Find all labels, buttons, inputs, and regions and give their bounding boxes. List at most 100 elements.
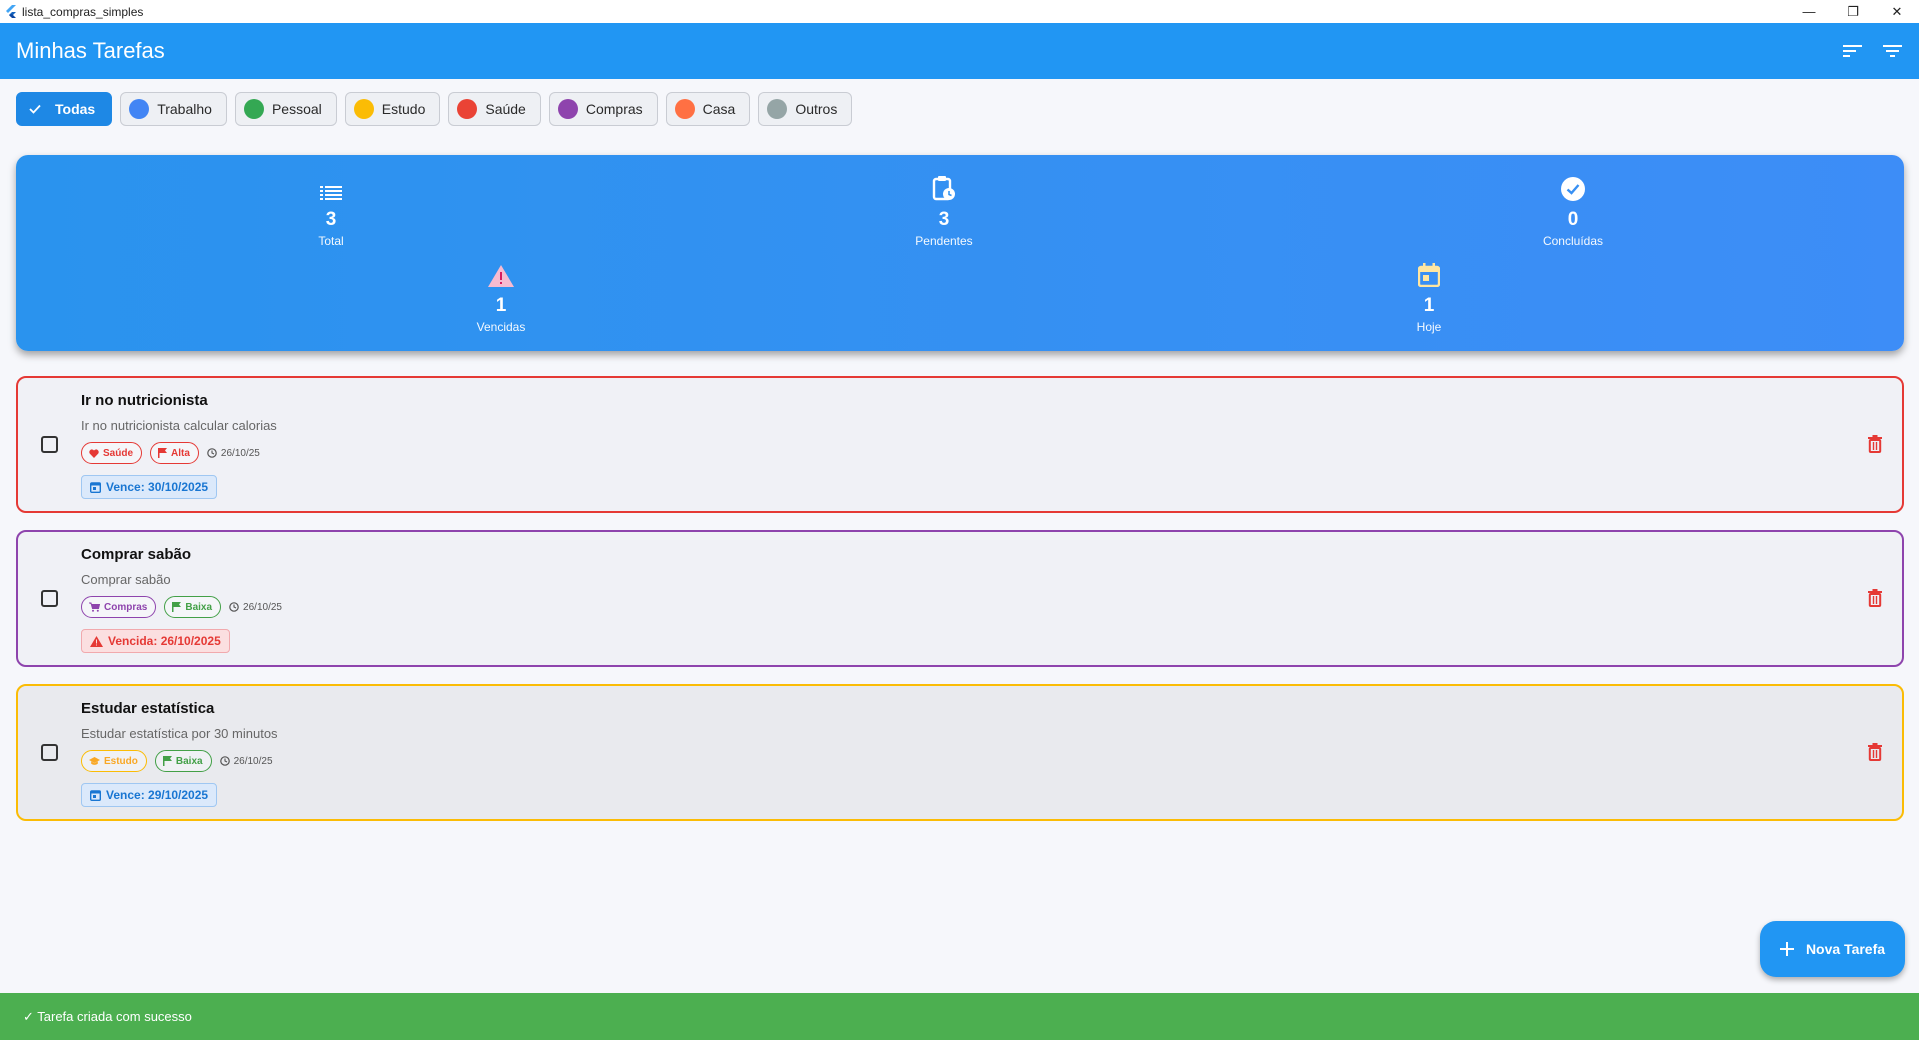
stat-value: 1 — [1423, 295, 1435, 316]
category-filter-bar: Todas Trabalho Pessoal Estudo Saúde Comp… — [16, 92, 853, 126]
chip-pessoal[interactable]: Pessoal — [234, 92, 337, 126]
task-checkbox[interactable] — [41, 744, 58, 761]
category-color-dot — [674, 99, 695, 119]
stat-label: Total — [318, 234, 344, 248]
category-tag: Compras — [81, 596, 157, 618]
task-tags: Compras Baixa 26/10/25 — [81, 596, 282, 618]
warning-icon — [488, 265, 514, 287]
clock-icon — [207, 448, 217, 458]
category-color-dot — [557, 99, 578, 119]
stat-today: 1 Hoje — [1369, 259, 1489, 334]
delete-icon[interactable] — [1868, 589, 1882, 607]
chip-outros[interactable]: Outros — [758, 92, 853, 126]
cart-icon — [89, 602, 100, 612]
flag-icon — [162, 756, 172, 766]
overdue-date-badge: Vencida: 26/10/2025 — [81, 629, 230, 653]
chip-trabalho[interactable]: Trabalho — [120, 92, 227, 126]
chip-label: Pessoal — [271, 101, 322, 117]
appbar-actions — [1833, 23, 1913, 79]
stat-total: 3 Total — [271, 173, 391, 248]
snackbar: ✓ Tarefa criada com sucesso — [0, 993, 1919, 1040]
category-tag-label: Saúde — [103, 447, 134, 459]
app-bar: Minhas Tarefas — [0, 23, 1919, 79]
created-date-text: 26/10/25 — [243, 601, 282, 613]
task-title: Comprar sabão — [81, 546, 192, 563]
category-color-dot — [767, 99, 788, 119]
chip-label: Estudo — [381, 101, 426, 117]
window-titlebar: lista_compras_simples — ❐ ✕ — [0, 0, 1919, 23]
flag-icon — [172, 602, 182, 612]
new-task-label: Nova Tarefa — [1805, 941, 1886, 957]
stat-value: 1 — [495, 295, 507, 316]
filter-icon — [1883, 45, 1902, 57]
priority-tag: Baixa — [164, 596, 222, 618]
stat-value: 3 — [938, 209, 950, 230]
list-icon — [320, 186, 342, 200]
clock-icon — [219, 756, 230, 766]
chip-label: Saúde — [485, 101, 526, 117]
created-date: 26/10/25 — [229, 602, 282, 613]
category-tag: Estudo — [81, 750, 147, 772]
chip-label: Trabalho — [157, 101, 212, 117]
flutter-logo-icon — [6, 4, 16, 18]
chip-label: Outros — [795, 101, 838, 117]
new-task-button[interactable]: Nova Tarefa — [1760, 921, 1905, 977]
chip-casa[interactable]: Casa — [665, 92, 751, 126]
stat-label: Pendentes — [915, 234, 973, 248]
task-checkbox[interactable] — [41, 436, 58, 453]
due-date-text: Vence: 30/10/2025 — [106, 480, 209, 494]
warning-icon — [90, 635, 103, 647]
created-date: 26/10/25 — [207, 448, 260, 459]
task-description: Estudar estatística por 30 minutos — [81, 726, 278, 741]
task-card[interactable]: Estudar estatística Estudar estatística … — [16, 684, 1904, 821]
restore-button[interactable]: ❐ — [1831, 0, 1875, 23]
window-controls: — ❐ ✕ — [1787, 0, 1919, 23]
chip-label: Casa — [702, 101, 736, 117]
stats-card: 3 Total 3 Pendentes 0 Concluídas 1 Venci… — [16, 155, 1904, 351]
priority-tag: Alta — [150, 442, 199, 464]
chip-todas[interactable]: Todas — [16, 92, 113, 126]
due-date-text: Vencida: 26/10/2025 — [108, 634, 221, 648]
task-tags: Saúde Alta 26/10/25 — [81, 442, 260, 464]
task-card[interactable]: Comprar sabão Comprar sabão Compras Baix… — [16, 530, 1904, 667]
calendar-today-icon — [1418, 263, 1440, 287]
due-date-text: Vence: 29/10/2025 — [106, 788, 209, 802]
due-date-badge: Vence: 29/10/2025 — [81, 783, 218, 807]
created-date-text: 26/10/25 — [220, 447, 260, 459]
priority-tag: Baixa — [154, 750, 212, 772]
delete-icon[interactable] — [1868, 435, 1882, 453]
task-description: Ir no nutricionista calcular calorias — [81, 418, 277, 433]
task-description: Comprar sabão — [81, 572, 171, 587]
graduation-cap-icon — [89, 756, 100, 765]
chip-label: Compras — [585, 101, 643, 117]
chip-compras[interactable]: Compras — [548, 92, 658, 126]
chip-saude[interactable]: Saúde — [448, 92, 541, 126]
clock-icon — [229, 602, 239, 612]
add-icon — [1779, 942, 1794, 956]
task-title: Ir no nutricionista — [81, 392, 208, 409]
priority-tag-label: Alta — [171, 447, 190, 459]
category-color-dot — [243, 99, 264, 119]
task-card[interactable]: Ir no nutricionista Ir no nutricionista … — [16, 376, 1904, 513]
stat-overdue: 1 Vencidas — [441, 259, 561, 334]
stat-value: 3 — [325, 209, 337, 230]
category-tag-label: Compras — [104, 601, 148, 613]
delete-icon[interactable] — [1868, 743, 1882, 761]
page-title: Minhas Tarefas — [16, 38, 165, 63]
sort-button[interactable] — [1833, 31, 1873, 71]
chip-estudo[interactable]: Estudo — [344, 92, 441, 126]
task-checkbox[interactable] — [41, 590, 58, 607]
check-icon — [29, 104, 41, 114]
close-button[interactable]: ✕ — [1875, 0, 1919, 23]
calendar-icon — [90, 482, 101, 493]
filter-button[interactable] — [1873, 31, 1913, 71]
task-tags: Estudo Baixa 26/10/25 — [81, 750, 273, 772]
task-title: Estudar estatística — [81, 700, 215, 717]
pending-clipboard-icon — [932, 176, 955, 201]
sort-icon — [1843, 45, 1862, 57]
stat-label: Concluídas — [1542, 234, 1604, 248]
calendar-icon — [90, 790, 101, 801]
minimize-button[interactable]: — — [1787, 0, 1831, 23]
category-color-dot — [353, 99, 374, 119]
category-color-dot — [129, 99, 150, 119]
